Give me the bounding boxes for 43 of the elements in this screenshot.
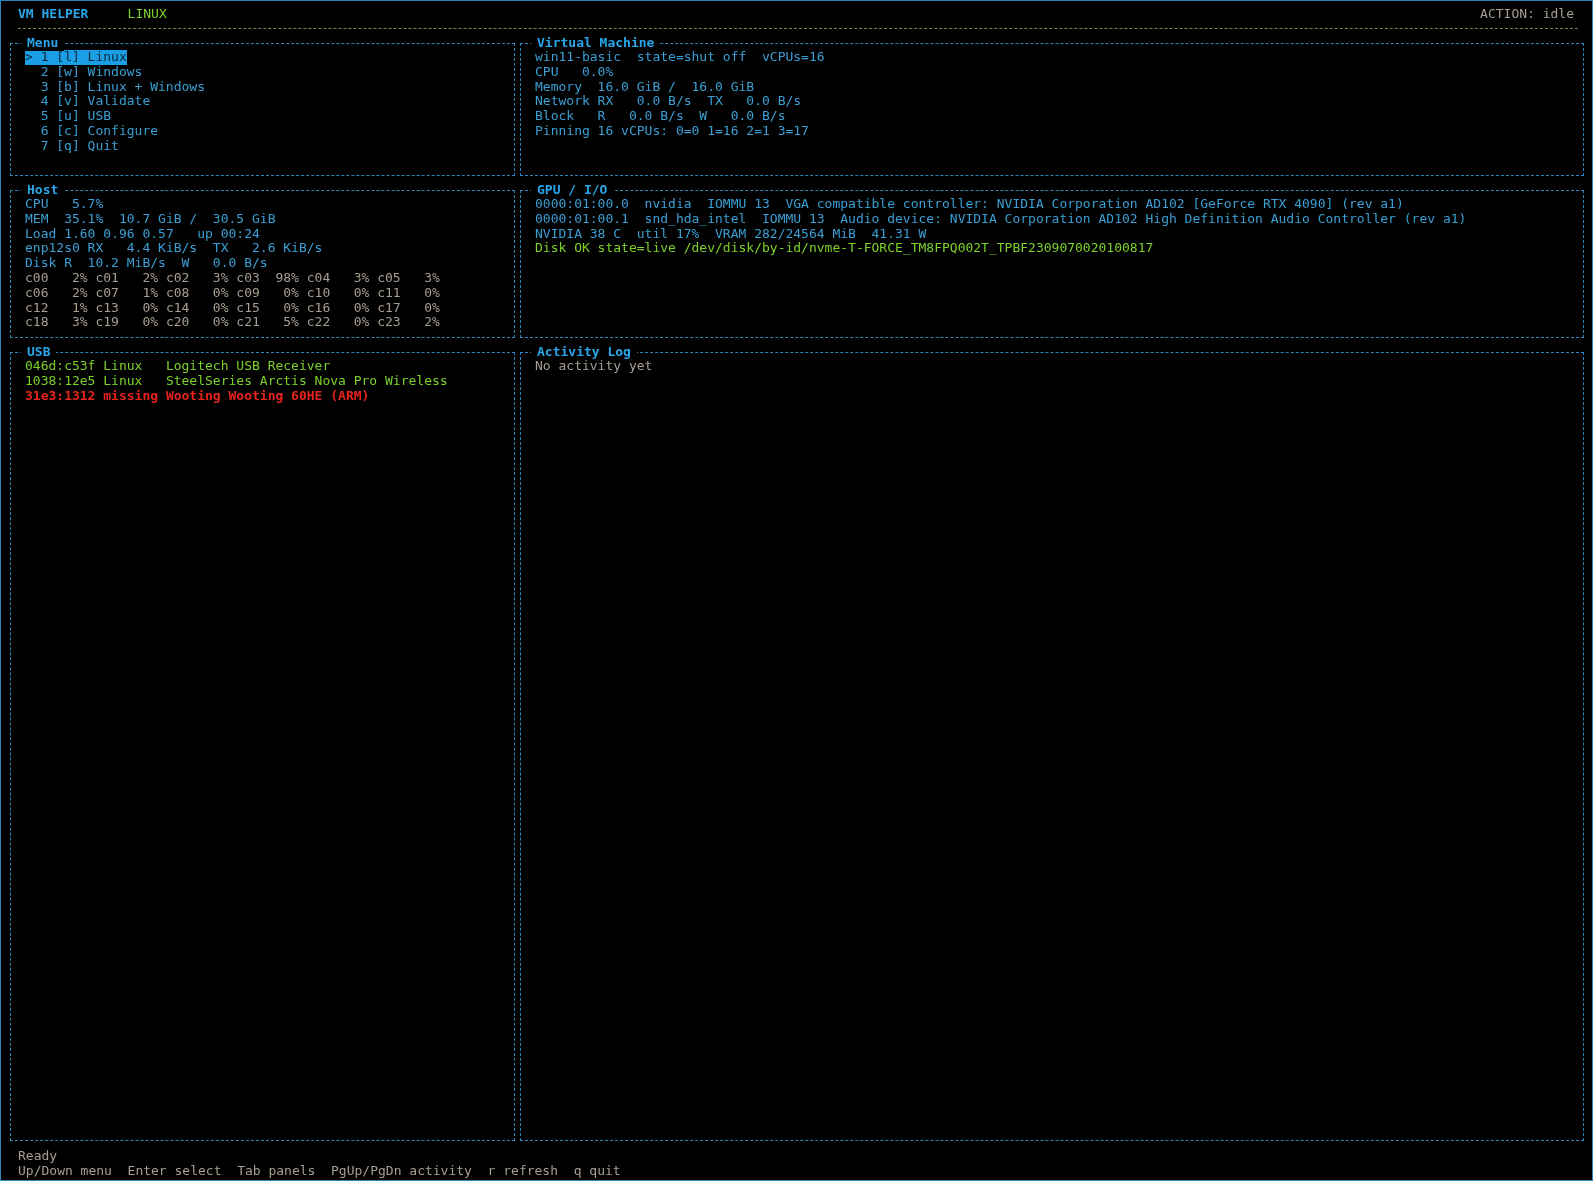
info-line: Load 1.60 0.96 0.57 up 00:24: [25, 226, 260, 242]
info-line: Network RX 0.0 B/s TX 0.0 B/s: [535, 94, 802, 110]
info-line: 31e3:1312 missing Wooting Wooting 60HE (ARM): [25, 388, 370, 404]
empty-message: No activity yet: [535, 359, 653, 374]
key-hint: Tab panels: [237, 1163, 316, 1178]
key-hint: PgUp/PgDn activity: [331, 1163, 472, 1178]
info-line: 1038:12e5 Linux SteelSeries Arctis Nova Pro Wireless: [25, 373, 448, 389]
info-line: NVIDIA 38 C util 17% VRAM 282/24564 MiB 41.31 W: [535, 226, 927, 242]
info-line: c06 2% c07 1% c08 0% c09 0% c10 0% c11 0%: [25, 285, 440, 301]
menu-item[interactable]: 7 [q] Quit: [40, 138, 119, 154]
info-line: 046d:c53f Linux Logitech USB Receiver: [25, 359, 331, 374]
info-line: 0000:01:00.0 nvidia IOMMU 13 VGA compatible controller: NVIDIA Corporation AD102 [GeForce RTX 4090] (rev a1): [535, 197, 1404, 212]
key-hint: q quit: [573, 1163, 621, 1178]
panel-title: GPU / I/O: [531, 182, 614, 198]
info-line: Memory 16.0 GiB / 16.0 GiB: [535, 79, 755, 95]
info-line: Disk OK state=live /dev/disk/by-id/nvme-T-FORCE_TM8FPQ002T_TPBF2309070020100817: [535, 241, 1154, 257]
key-hint: Up/Down menu: [18, 1163, 112, 1178]
info-line: c00 2% c01 2% c02 3% c03 98% c04 3% c05 3%: [25, 271, 440, 286]
menu-item[interactable]: 2 [w] Windows: [40, 64, 143, 80]
info-line: enp12s0 RX 4.4 KiB/s TX 2.6 KiB/s: [25, 241, 323, 257]
status-message: Ready: [18, 1148, 58, 1163]
panel-title: Menu: [21, 35, 65, 51]
panel-title: Activity Log: [531, 344, 637, 360]
info-line: CPU 0.0%: [535, 64, 614, 80]
info-line: Disk R 10.2 MiB/s W 0.0 B/s: [25, 256, 268, 271]
action-status: ACTION: idle: [1480, 6, 1574, 21]
mode-label: LINUX: [127, 6, 167, 21]
menu-item[interactable]: 4 [v] Validate: [40, 94, 151, 110]
key-hint: r refresh: [487, 1163, 559, 1178]
info-line: MEM 35.1% 10.7 GiB / 30.5 GiB: [25, 211, 276, 227]
menu-item[interactable]: 3 [b] Linux + Windows: [40, 79, 205, 95]
app-title: VM HELPER: [18, 6, 89, 21]
info-line: 0000:01:00.1 snd_hda_intel IOMMU 13 Audio device: NVIDIA Corporation AD102 High Definition Audio Controller (rev a1): [535, 211, 1467, 227]
menu-item[interactable]: 6 [c] Configure: [40, 124, 159, 139]
key-hint: Enter select: [127, 1163, 222, 1178]
info-line: Block R 0.0 B/s W 0.0 B/s: [535, 109, 786, 124]
info-line: win11-basic state=shut off vCPUs=16: [535, 50, 825, 65]
info-line: c18 3% c19 0% c20 0% c21 5% c22 0% c23 2%: [25, 315, 440, 331]
menu-item[interactable]: 5 [u] USB: [40, 109, 112, 124]
menu-item[interactable]: > 1 [l] Linux: [25, 50, 127, 65]
info-line: c12 1% c13 0% c14 0% c15 0% c16 0% c17 0%: [25, 300, 440, 316]
info-line: CPU 5.7%: [25, 197, 104, 212]
info-line: Pinning 16 vCPUs: 0=0 1=16 2=1 3=17: [535, 124, 809, 139]
